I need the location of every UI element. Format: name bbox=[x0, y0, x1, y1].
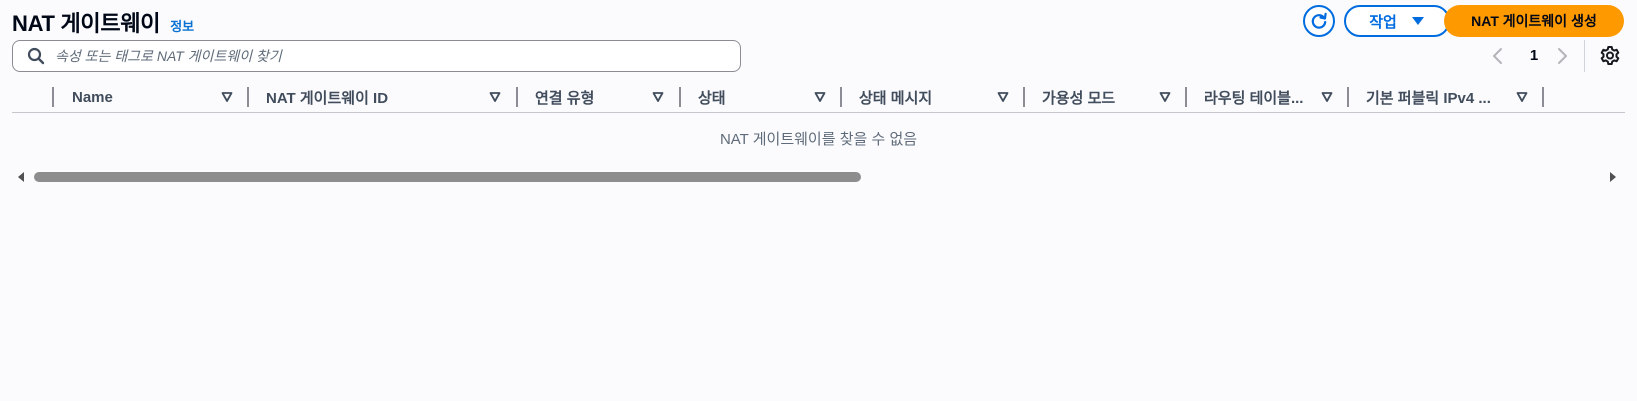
column-header-connectivity-type[interactable]: 연결 유형 bbox=[535, 82, 594, 112]
column-label: 상태 메시지 bbox=[859, 89, 933, 107]
sort-triangle-icon[interactable] bbox=[1321, 91, 1333, 103]
column-label: 상태 bbox=[698, 89, 726, 107]
actions-label: 작업 bbox=[1369, 13, 1397, 31]
current-page-number[interactable]: 1 bbox=[1524, 44, 1544, 68]
column-divider bbox=[840, 87, 842, 107]
empty-state-message: NAT 게이트웨이를 찾을 수 없음 bbox=[719, 131, 918, 148]
column-label: NAT 게이트웨이 ID bbox=[266, 89, 389, 107]
refresh-button[interactable] bbox=[1303, 5, 1335, 37]
search-input[interactable] bbox=[55, 48, 715, 64]
column-divider bbox=[247, 87, 249, 107]
gear-icon[interactable] bbox=[1598, 44, 1622, 68]
column-divider bbox=[1023, 87, 1025, 107]
actions-dropdown-button[interactable]: 작업 bbox=[1344, 5, 1450, 37]
column-label: 가용성 모드 bbox=[1042, 89, 1116, 107]
page-header: NAT 게이트웨이 정보 bbox=[12, 6, 194, 38]
chevron-left-icon[interactable] bbox=[1490, 44, 1506, 68]
sort-triangle-icon[interactable] bbox=[1159, 91, 1171, 103]
refresh-icon bbox=[1311, 12, 1327, 29]
column-divider bbox=[516, 87, 518, 107]
search-icon bbox=[27, 47, 45, 65]
column-divider bbox=[52, 87, 54, 107]
column-label: 기본 퍼블릭 IPv4 ... bbox=[1366, 89, 1491, 107]
chevron-right-icon[interactable] bbox=[1554, 44, 1570, 68]
sort-triangle-icon[interactable] bbox=[489, 91, 501, 103]
info-link[interactable]: 정보 bbox=[170, 16, 194, 35]
scroll-right-arrow-icon[interactable] bbox=[1608, 171, 1618, 183]
sort-triangle-icon[interactable] bbox=[997, 91, 1009, 103]
search-field[interactable] bbox=[12, 40, 741, 72]
column-divider bbox=[1185, 87, 1187, 107]
column-divider bbox=[679, 87, 681, 107]
column-header-route-table[interactable]: 라우팅 테이블... bbox=[1204, 82, 1303, 112]
column-divider bbox=[1542, 87, 1544, 107]
table-header-underline bbox=[12, 112, 1625, 113]
scroll-left-arrow-icon[interactable] bbox=[16, 171, 26, 183]
pagination-divider bbox=[1584, 40, 1585, 72]
sort-triangle-icon[interactable] bbox=[221, 91, 233, 103]
column-label: 라우팅 테이블... bbox=[1204, 89, 1304, 107]
column-header-nat-gateway-id[interactable]: NAT 게이트웨이 ID bbox=[266, 82, 388, 112]
caret-down-icon bbox=[1411, 17, 1424, 25]
column-divider bbox=[1347, 87, 1349, 107]
sort-triangle-icon[interactable] bbox=[1516, 91, 1528, 103]
column-header-primary-public-ipv4[interactable]: 기본 퍼블릭 IPv4 ... bbox=[1366, 82, 1491, 112]
horizontal-scrollbar-thumb[interactable] bbox=[34, 172, 861, 182]
page-title: NAT 게이트웨이 bbox=[12, 11, 161, 36]
column-label: 연결 유형 bbox=[535, 89, 595, 107]
column-label: Name bbox=[72, 88, 113, 106]
sort-triangle-icon[interactable] bbox=[814, 91, 826, 103]
column-header-name[interactable]: Name bbox=[72, 82, 113, 112]
column-header-state[interactable]: 상태 bbox=[698, 82, 726, 112]
column-header-state-message[interactable]: 상태 메시지 bbox=[859, 82, 932, 112]
create-nat-gateway-button[interactable]: NAT 게이트웨이 생성 bbox=[1444, 5, 1624, 37]
column-header-availability-mode[interactable]: 가용성 모드 bbox=[1042, 82, 1115, 112]
table-header: Name NAT 게이트웨이 ID 연결 유형 상태 상태 메시지 가용성 모드… bbox=[12, 82, 1625, 112]
sort-triangle-icon[interactable] bbox=[652, 91, 664, 103]
